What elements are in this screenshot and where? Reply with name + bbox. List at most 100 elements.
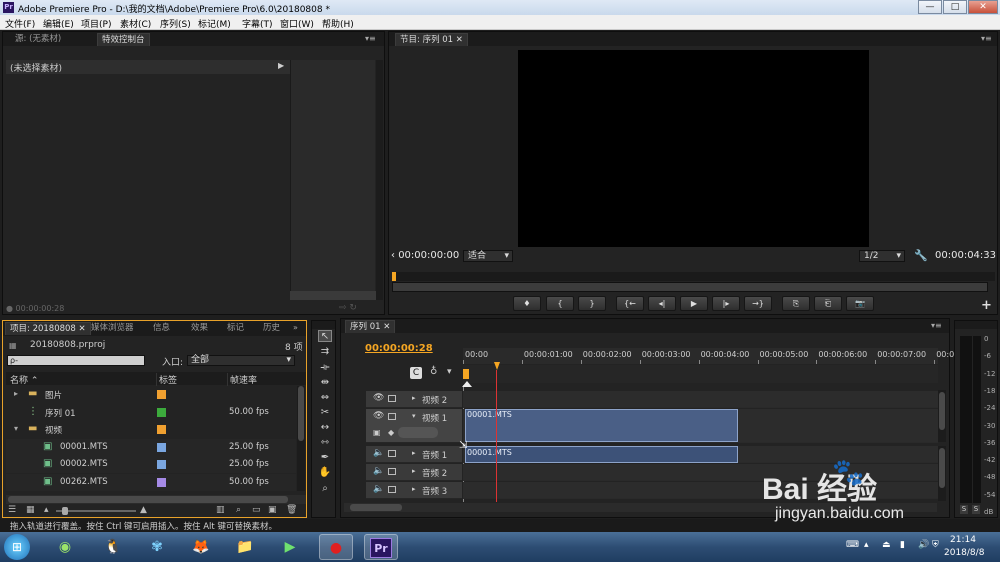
label-color-swatch[interactable] [157, 407, 166, 417]
menu-window[interactable]: 窗口(W) [280, 17, 314, 30]
media-player-icon[interactable]: ✾ [140, 534, 174, 560]
audio-tracks-scrollbar[interactable] [938, 446, 946, 501]
menu-marker[interactable]: 标记(M) [198, 17, 231, 30]
new-item-icon[interactable]: ▣ [268, 505, 277, 515]
track-header-audio-3[interactable]: 🔈 ▸ 音频 3 [366, 482, 462, 499]
video-editor-icon[interactable]: ▶ [273, 534, 307, 560]
fit-dropdown[interactable]: 适合 ▾ [463, 250, 513, 262]
icon-view-icon[interactable]: ▦ [26, 505, 35, 515]
tab-media-browser[interactable]: 媒体浏览器 [87, 322, 138, 335]
ripple-edit-tool-icon[interactable]: ⟛ [318, 362, 332, 374]
add-marker-button[interactable]: ♦ [513, 296, 541, 311]
column-label[interactable]: 标签 [156, 373, 177, 386]
play-button[interactable]: ▶ [680, 296, 708, 311]
screen-recorder-icon[interactable]: ● [319, 534, 353, 560]
mark-out-button[interactable]: } [578, 296, 606, 311]
snap-icon[interactable]: C [410, 367, 422, 379]
mark-in-button[interactable]: { [546, 296, 574, 311]
menu-title[interactable]: 字幕(T) [242, 17, 273, 30]
display-style-icon[interactable]: ▣ [373, 428, 381, 437]
video-tracks-scrollbar[interactable] [938, 390, 946, 442]
razor-tool-icon[interactable]: ✂ [318, 407, 332, 419]
list-item[interactable]: ▸ ▬ 图片 [6, 386, 296, 403]
premiere-icon[interactable]: Pr [364, 534, 398, 560]
minimize-button[interactable]: — [918, 0, 942, 14]
column-fps[interactable]: 帧速率 [227, 373, 257, 386]
column-name[interactable]: 名称 ⌃ [10, 373, 38, 386]
video-clip[interactable]: 00001.MTS [465, 409, 738, 442]
label-color-swatch[interactable] [157, 425, 166, 435]
lock-icon[interactable] [388, 450, 396, 457]
360-browser-icon[interactable]: ◉ [48, 534, 82, 560]
step-back-button[interactable]: ◂| [648, 296, 676, 311]
play-audio-icon[interactable]: ⇨ ↻ [339, 303, 357, 313]
eye-icon[interactable]: 👁 [373, 411, 384, 421]
lane-video-2[interactable] [463, 391, 938, 408]
current-timecode[interactable]: ‹ 00:00:00:00 [391, 250, 459, 261]
go-to-in-button[interactable]: {← [616, 296, 644, 311]
work-area-start-icon[interactable] [463, 369, 469, 379]
label-color-swatch[interactable] [157, 442, 166, 452]
list-item[interactable]: ▣ 00262.MTS 50.00 fps [6, 474, 296, 491]
clock-date[interactable]: 2018/8/8 [944, 548, 984, 558]
close-button[interactable]: ✕ [968, 0, 998, 14]
label-color-swatch[interactable] [157, 460, 166, 470]
expand-toggle-icon[interactable]: ▸ [14, 389, 18, 398]
timeline-timecode[interactable]: 00:00:00:28 [365, 343, 433, 354]
speaker-icon[interactable]: 🔈 [373, 448, 384, 458]
clock-time[interactable]: 21:14 [950, 535, 976, 545]
entry-dropdown[interactable]: 全部 ▾ [187, 355, 295, 366]
selection-tool-icon[interactable]: ↖ [318, 330, 332, 342]
expand-track-icon[interactable]: ▸ [412, 467, 416, 475]
list-item[interactable]: ▣ 00002.MTS 25.00 fps [6, 456, 296, 474]
keyframe-nav[interactable] [398, 427, 438, 438]
track-header-video-1[interactable]: 👁 ▾ 视频 1 ▣ ◆ [366, 409, 462, 443]
zoom-slider[interactable] [56, 507, 136, 515]
expand-arrow-icon[interactable]: ▶ [278, 61, 284, 70]
program-panel-menu-icon[interactable]: ▾≡ [981, 34, 992, 43]
volume-icon[interactable]: 🔊 [918, 540, 929, 550]
menu-project[interactable]: 项目(P) [81, 17, 111, 30]
expand-track-icon[interactable]: ▸ [412, 485, 416, 493]
eye-icon[interactable]: 👁 [373, 393, 384, 403]
tab-program-sequence[interactable]: 节目: 序列 01 ✕ [395, 33, 468, 46]
list-item[interactable]: ▾ ▬ 视频 [6, 421, 296, 438]
label-color-swatch[interactable] [157, 390, 166, 399]
go-to-out-button[interactable]: →} [744, 296, 772, 311]
track-select-tool-icon[interactable]: ⇉ [318, 346, 332, 358]
speaker-icon[interactable]: 🔈 [373, 466, 384, 476]
list-item[interactable]: ⋮ 序列 01 50.00 fps [6, 404, 296, 421]
time-ruler[interactable]: 00:00 00:00:01:00 00:00:02:00 00:00:03:00 00… [463, 348, 967, 364]
add-button[interactable]: + [981, 298, 992, 313]
usb-icon[interactable]: ⏏ [882, 540, 891, 550]
trash-icon[interactable]: 🗑 [286, 505, 297, 515]
project-panel-menu-icon[interactable]: » [293, 323, 298, 332]
vertical-scrollbar[interactable] [376, 60, 383, 300]
menu-clip[interactable]: 素材(C) [120, 17, 151, 30]
resolution-dropdown[interactable]: 1/2 ▾ [859, 250, 905, 262]
track-header-video-2[interactable]: 👁 ▸ 视频 2 [366, 391, 462, 408]
playhead-marker[interactable] [392, 272, 396, 281]
horizontal-scrollbar[interactable] [290, 291, 376, 300]
track-header-audio-2[interactable]: 🔈 ▸ 音频 2 [366, 464, 462, 481]
find-icon[interactable]: ⌕ [236, 505, 241, 515]
windows-start-icon[interactable]: ⊞ [4, 534, 30, 560]
slide-tool-icon[interactable]: ⇿ [318, 437, 332, 449]
maximize-button[interactable]: □ [943, 0, 967, 14]
expand-track-icon[interactable]: ▸ [412, 394, 416, 402]
keyframe-icon[interactable]: ◆ [388, 428, 394, 437]
qq-icon[interactable]: 🐧 [96, 534, 130, 560]
menu-edit[interactable]: 编辑(E) [43, 17, 74, 30]
lock-icon[interactable] [388, 413, 396, 420]
playhead-handle-icon[interactable] [494, 362, 500, 370]
lock-icon[interactable] [388, 486, 396, 493]
pen-tool-icon[interactable]: ✒ [318, 452, 332, 464]
menu-sequence[interactable]: 序列(S) [160, 17, 191, 30]
project-scrollbar[interactable] [297, 386, 305, 491]
project-hscroll[interactable] [6, 495, 306, 504]
audio-clip[interactable]: 00001.MTS [465, 446, 738, 463]
firefox-icon[interactable]: 🦊 [184, 534, 218, 560]
file-explorer-icon[interactable]: 📁 [228, 534, 262, 560]
tab-effect-controls[interactable]: 特效控制台 [97, 33, 150, 46]
speaker-icon[interactable]: 🔈 [373, 484, 384, 494]
